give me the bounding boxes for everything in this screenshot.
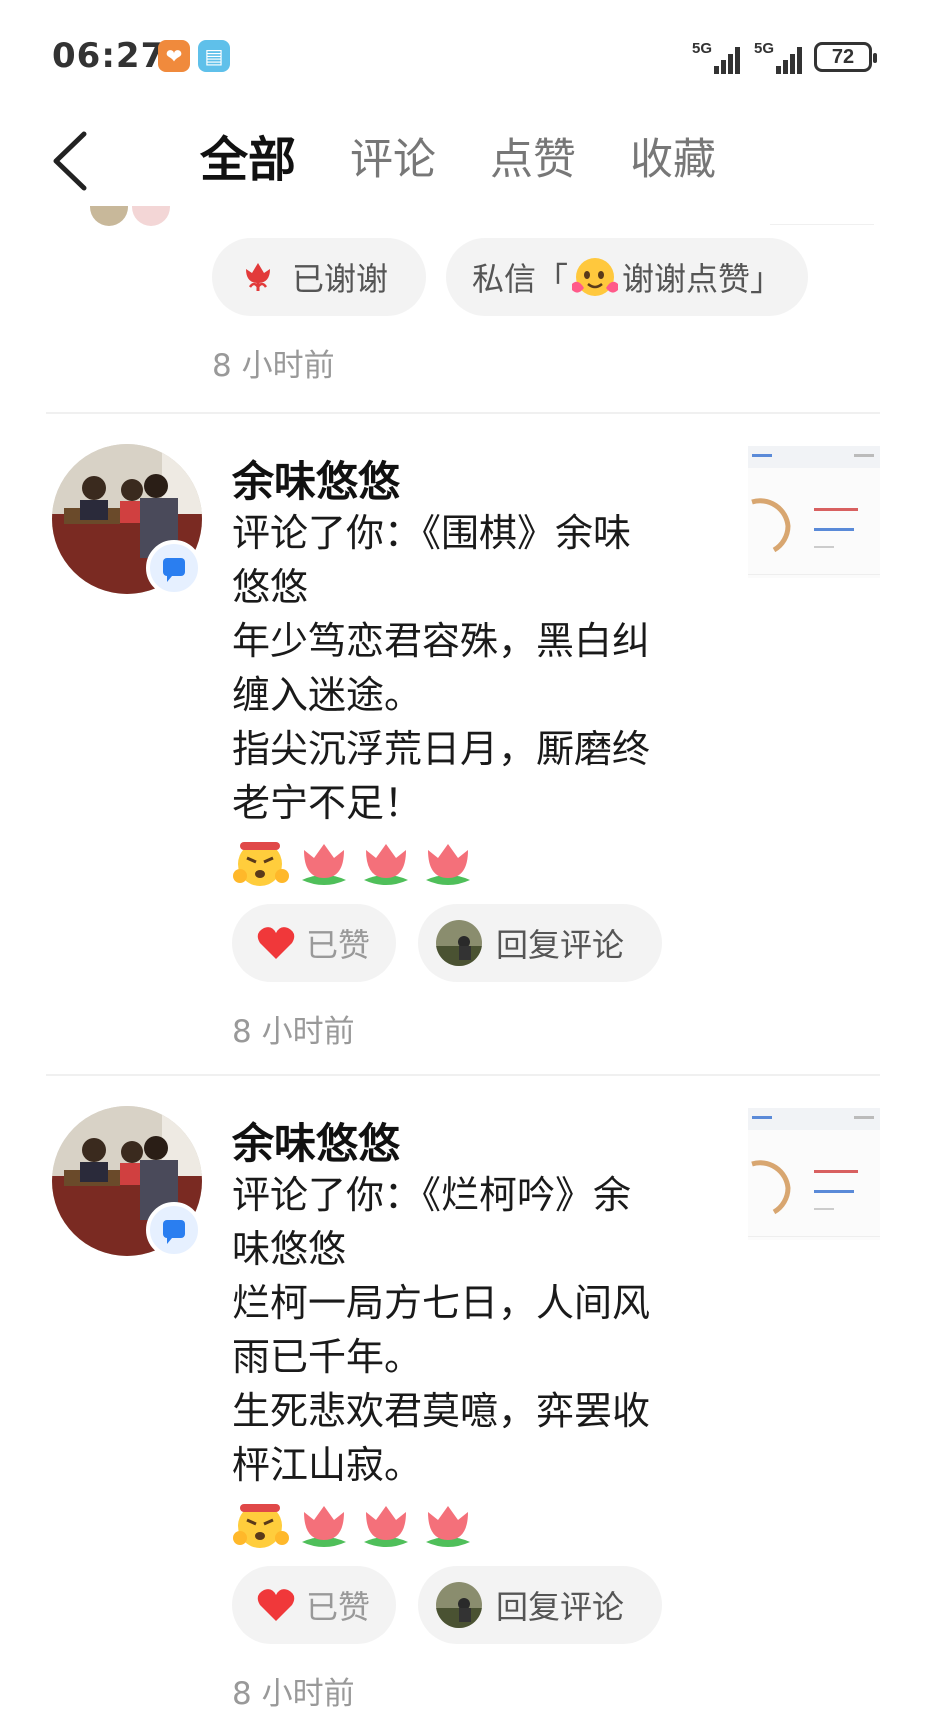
divider	[46, 1074, 880, 1076]
comment-line: 悠悠	[232, 565, 309, 609]
liked-button[interactable]: 已赞	[232, 1566, 396, 1644]
timestamp: 8 小时前	[232, 1676, 355, 1712]
signal-icon: 5G	[692, 40, 748, 74]
avatar-peek	[90, 206, 170, 228]
signal-icon: 5G	[754, 40, 810, 74]
angry-emoji-icon	[233, 1504, 289, 1548]
tulip-emoji-icon	[426, 844, 470, 885]
network-type-label: 5G	[692, 40, 713, 57]
comment-line: 评论了你：《烂柯吟》余	[232, 1173, 632, 1217]
tab-favorites[interactable]: 收藏	[630, 130, 716, 190]
thanked-button[interactable]: 已谢谢	[212, 238, 426, 316]
comment-line: 枰江山寂。	[232, 1443, 423, 1487]
comment-text: 评论了你：《围棋》余味 悠悠 年少笃恋君容殊，黑白纠 缠入迷途。 指尖沉浮荒日月…	[232, 506, 702, 830]
post-thumbnail[interactable]	[748, 1108, 880, 1240]
status-time: 06:27	[52, 36, 166, 76]
liked-button[interactable]: 已赞	[232, 904, 396, 982]
timestamp: 8 小时前	[232, 1014, 355, 1050]
chevron-left-icon	[53, 131, 87, 191]
comment-line: 生死悲欢君莫噫，弈罢收	[232, 1389, 651, 1433]
tulip-emoji-icon	[364, 844, 408, 885]
comment-line: 年少笃恋君容殊，黑白纠	[232, 619, 651, 663]
tulip-emoji-icon	[364, 1506, 408, 1547]
dm-thanks-button[interactable]: 私信「 谢谢点赞」	[446, 238, 808, 316]
tulip-emoji-icon	[426, 1506, 470, 1547]
emoji-row	[232, 1496, 478, 1552]
reader-app-icon: ▤	[198, 40, 230, 72]
post-thumbnail[interactable]	[748, 446, 880, 578]
comment-badge-icon	[146, 1202, 202, 1258]
top-nav: 全部 评论 点赞 收藏	[0, 110, 930, 210]
reply-comment-label: 回复评论	[496, 1588, 625, 1626]
comment-line: 缠入迷途。	[232, 673, 423, 717]
comment-text: 评论了你：《烂柯吟》余 味悠悠 烂柯一局方七日，人间风 雨已千年。 生死悲欢君莫…	[232, 1168, 702, 1492]
tulip-emoji-icon	[302, 1506, 346, 1547]
username[interactable]: 余味悠悠	[232, 448, 400, 509]
username[interactable]: 余味悠悠	[232, 1110, 400, 1171]
tab-comments[interactable]: 评论	[350, 130, 436, 190]
heart-icon	[257, 1589, 295, 1621]
liked-label: 已赞	[306, 926, 371, 964]
status-bar: 06:27 ❤ ▤ 5G 5G 72	[0, 0, 930, 110]
divider	[46, 412, 880, 414]
angry-emoji-icon	[233, 842, 289, 886]
battery-icon: 72	[814, 42, 877, 72]
network-type-label: 5G	[754, 40, 775, 57]
timestamp: 8 小时前	[212, 348, 335, 384]
thanked-label: 已谢谢	[292, 260, 389, 298]
reply-comment-label: 回复评论	[496, 926, 625, 964]
comment-line: 雨已千年。	[232, 1335, 423, 1379]
dm-thanks-label: 谢谢点赞」	[622, 260, 783, 298]
hug-emoji-icon	[572, 258, 619, 296]
app-notification-icon: ❤	[158, 40, 190, 72]
tab-all[interactable]: 全部	[200, 130, 296, 190]
dm-prefix: 私信「	[472, 260, 569, 298]
comment-line: 指尖沉浮荒日月，厮磨终	[232, 727, 651, 771]
comment-line: 烂柯一局方七日，人间风	[232, 1281, 651, 1325]
comment-line: 味悠悠	[232, 1227, 347, 1271]
comment-line: 老宁不足！	[232, 781, 423, 825]
heart-icon	[257, 927, 295, 959]
comment-badge-icon	[146, 540, 202, 596]
back-button[interactable]	[44, 128, 104, 194]
user-avatar-icon	[436, 1582, 482, 1628]
user-avatar-icon	[436, 920, 482, 966]
comment-line: 评论了你：《围棋》余味	[232, 511, 632, 555]
tulip-emoji-icon	[302, 844, 346, 885]
reply-comment-button[interactable]: 回复评论	[418, 904, 662, 982]
divider	[770, 224, 874, 225]
tab-likes[interactable]: 点赞	[490, 130, 576, 190]
tulip-icon	[246, 263, 270, 291]
reply-comment-button[interactable]: 回复评论	[418, 1566, 662, 1644]
liked-label: 已赞	[306, 1588, 371, 1626]
tab-bar: 全部 评论 点赞 收藏	[200, 130, 770, 190]
battery-level: 72	[831, 46, 855, 68]
emoji-row	[232, 834, 478, 890]
